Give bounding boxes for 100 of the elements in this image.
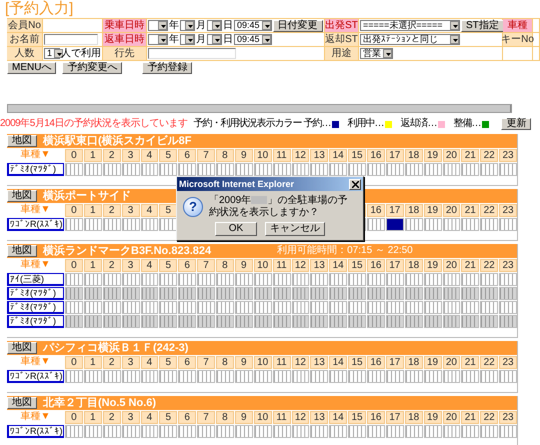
- hour-header: 17: [386, 259, 404, 272]
- hour-header: 19: [424, 356, 442, 369]
- hour-header: 12: [292, 259, 310, 272]
- hour-header: 9: [234, 259, 253, 272]
- status-message: 2009年5月14日の予約状況を表示しています: [0, 118, 188, 130]
- hour-header: 6: [178, 411, 196, 424]
- car-name[interactable]: ﾃﾞﾐｵ(ﾏﾂﾀﾞ): [7, 301, 64, 314]
- field-label: 人数: [7, 47, 43, 61]
- car-name[interactable]: ﾃﾞﾐｵ(ﾏﾂﾀﾞ): [7, 287, 64, 300]
- hour-header: 18: [404, 259, 423, 272]
- hour-header: 9: [234, 411, 253, 424]
- hour-header: 11: [272, 149, 290, 162]
- hour-header: 10: [254, 411, 272, 424]
- map-button[interactable]: 地図: [7, 397, 37, 409]
- dropdown[interactable]: 出発ｽﾃｰｼｮﾝと同じ: [360, 34, 460, 45]
- hour-header: 11: [272, 356, 290, 369]
- hour-header: 18: [404, 204, 423, 217]
- unit-label: 日: [223, 34, 233, 46]
- dropdown[interactable]: 営業: [360, 48, 393, 59]
- hour-header: 13: [310, 149, 328, 162]
- action-button[interactable]: 予約登録: [142, 62, 192, 74]
- station-button[interactable]: ST指定: [461, 20, 504, 32]
- car-name[interactable]: ｱｲ(三菱): [7, 273, 64, 286]
- hour-header: 23: [499, 411, 517, 424]
- action-button[interactable]: 予約変更へ: [62, 62, 122, 74]
- dropdown[interactable]: [148, 20, 168, 31]
- hour-header: 5: [159, 259, 178, 272]
- hour-header: 21: [461, 204, 480, 217]
- dropdown[interactable]: =====未選択=====: [360, 20, 460, 31]
- hour-header: 23: [499, 149, 517, 162]
- station-name: 横浜ポートサイド: [43, 190, 131, 202]
- dropdown[interactable]: [148, 34, 168, 45]
- dropdown[interactable]: 09:45: [234, 20, 272, 31]
- hour-header: 8: [216, 356, 234, 369]
- dropdown[interactable]: [207, 20, 222, 31]
- dialog-button[interactable]: OK: [215, 222, 257, 236]
- hour-header: 23: [499, 356, 517, 369]
- hour-header: 16: [367, 149, 385, 162]
- hour-header: 20: [442, 259, 460, 272]
- hour-header: 0: [65, 204, 83, 217]
- hour-header: 6: [178, 259, 196, 272]
- hour-header: 22: [480, 259, 498, 272]
- hour-header: 8: [216, 149, 234, 162]
- unit-label: 人で利用: [61, 48, 101, 60]
- car-name[interactable]: ﾃﾞﾐｵ(ﾏﾂﾀﾞ): [7, 315, 64, 328]
- hour-header: 5: [159, 204, 178, 217]
- legend-label: 返却済…: [400, 118, 436, 130]
- car-name[interactable]: ﾜｺﾞﾝR(ｽｽﾞｷ): [7, 425, 64, 438]
- hour-header: 18: [404, 356, 423, 369]
- hour-header: 2: [102, 356, 121, 369]
- hour-header: 16: [367, 411, 385, 424]
- dropdown[interactable]: [180, 20, 195, 31]
- unit-label: 月: [196, 34, 206, 46]
- input-field[interactable]: [148, 48, 236, 59]
- map-button[interactable]: 地図: [7, 245, 37, 257]
- hour-header: 17: [386, 411, 404, 424]
- refresh-button[interactable]: 更新: [501, 118, 532, 130]
- legend-title: 予約・利用状況表示カラー: [193, 118, 302, 130]
- hour-header: 22: [480, 411, 498, 424]
- hour-header: 15: [348, 356, 366, 369]
- dropdown[interactable]: 09:45: [234, 34, 272, 45]
- hour-header: 8: [216, 259, 234, 272]
- unit-label: 日: [223, 20, 233, 32]
- car-name[interactable]: ﾜｺﾞﾝR(ｽｽﾞｷ): [7, 218, 64, 231]
- hour-header: 13: [310, 259, 328, 272]
- unit-label: 年: [169, 20, 179, 32]
- hour-header: 22: [480, 356, 498, 369]
- car-name[interactable]: ﾃﾞﾐｵ(ﾏﾂﾀﾞ): [7, 163, 64, 176]
- hour-header: 1: [84, 356, 102, 369]
- dropdown[interactable]: [180, 34, 195, 45]
- map-button[interactable]: 地図: [7, 190, 37, 202]
- field-label: 車種: [503, 19, 533, 33]
- dropdown[interactable]: [207, 34, 222, 45]
- hour-header: 19: [424, 259, 442, 272]
- hour-header: 3: [122, 259, 140, 272]
- close-button[interactable]: [349, 178, 361, 190]
- hour-header: 14: [329, 411, 348, 424]
- hour-header: 14: [329, 259, 348, 272]
- map-button[interactable]: 地図: [7, 135, 37, 147]
- car-name[interactable]: ﾜｺﾞﾝR(ｽｽﾞｷ): [7, 370, 64, 383]
- action-button[interactable]: MENUへ: [7, 62, 56, 74]
- hour-header: 16: [367, 259, 385, 272]
- hour-header: 7: [197, 259, 215, 272]
- time-slot[interactable]: [386, 218, 404, 231]
- hour-header: 12: [292, 356, 310, 369]
- hour-header: 19: [424, 149, 442, 162]
- hour-header: 6: [178, 356, 196, 369]
- hour-header: 19: [424, 411, 442, 424]
- hour-header: 4: [140, 149, 158, 162]
- hour-header: 15: [348, 149, 366, 162]
- dialog-button[interactable]: キャンセル: [265, 222, 325, 236]
- legend-label: 利用中…: [347, 118, 384, 130]
- date-change-button[interactable]: 日付変更: [272, 20, 323, 32]
- hour-header: 20: [442, 204, 460, 217]
- hour-header: 20: [442, 149, 460, 162]
- scrollbar[interactable]: [7, 104, 512, 113]
- input-field[interactable]: [44, 34, 98, 45]
- hour-header: 3: [122, 411, 140, 424]
- map-button[interactable]: 地図: [7, 342, 37, 354]
- dropdown[interactable]: 1: [44, 48, 60, 59]
